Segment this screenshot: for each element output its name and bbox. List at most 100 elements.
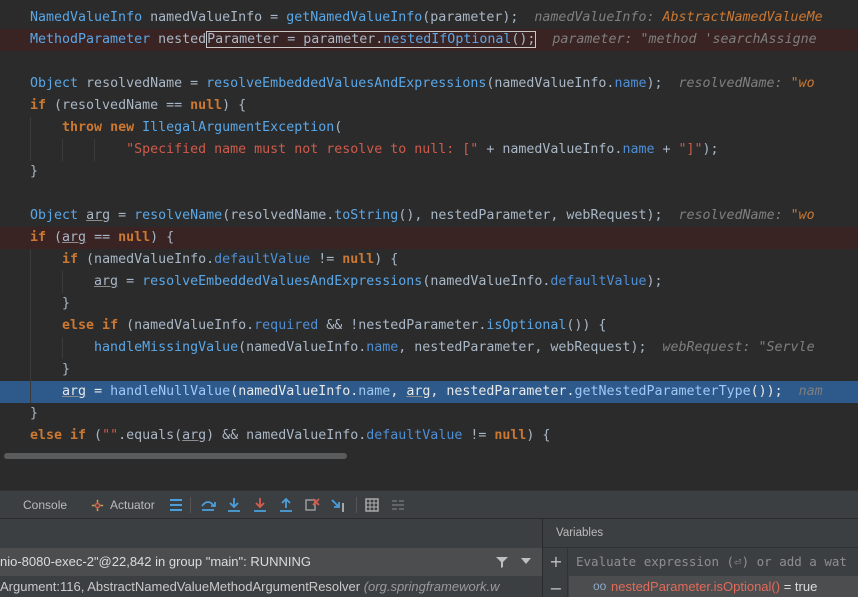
indent-guide [30,315,31,337]
frames-list-icon[interactable] [168,497,184,513]
code-token: (); [511,32,536,47]
evaluate-expression-input[interactable]: Evaluate expression (⏎) or add a wat [569,548,858,576]
code-line[interactable]: Object resolvedName = resolveEmbeddedVal… [0,73,858,95]
trace-icon[interactable] [390,497,406,513]
code-line[interactable]: Object arg = resolveName(resolvedName.to… [0,205,858,227]
code-line[interactable]: "Specified name must not resolve to null… [0,139,858,161]
code-line[interactable]: throw new IllegalArgumentException( [0,117,858,139]
code-token: (namedValueInfo. [486,76,615,91]
remove-watch-icon[interactable]: − [549,581,563,597]
code-line[interactable]: arg = handleNullValue(namedValueInfo.nam… [0,381,858,403]
stack-frame-row[interactable]: Argument:116, AbstractNamedValueMethodAr… [0,576,542,597]
code-token: + [654,142,679,157]
code-token: ()) { [566,318,607,333]
code-token: != [462,428,495,443]
variables-title: Variables [556,527,604,539]
code-line[interactable]: } [0,293,858,315]
code-token: (namedValueInfo. [118,318,255,333]
debug-toolbar: Console Actuator [0,491,858,519]
drop-frame-icon[interactable] [304,497,320,513]
code-token: null [190,98,223,113]
code-token: else if [30,428,87,443]
code-line[interactable]: else if ("".equals(arg) && namedValueInf… [0,425,858,447]
run-to-cursor-icon[interactable] [330,497,346,513]
code-token: Parameter = parameter. [207,32,384,47]
code-token: handleNullValue [110,384,231,399]
code-token: parameter: [536,32,641,47]
code-token: arg [94,274,119,289]
code-token: ) { [150,230,175,245]
code-token: (namedValueInfo. [78,252,215,267]
code-token: ) { [526,428,551,443]
code-token: getNestedParameterType [574,384,751,399]
evaluate-icon[interactable] [364,497,380,513]
horizontal-scrollbar[interactable] [0,449,858,463]
frames-header [0,519,542,548]
code-token: namedValueInfo = [142,10,287,25]
code-token: required [254,318,319,333]
code-token: = [118,274,143,289]
code-token: isOptional [486,318,567,333]
code-token: resolvedName = [78,76,207,91]
scrollbar-thumb[interactable] [4,453,347,459]
code-token: "" [102,428,119,443]
code-editor[interactable]: NamedValueInfo namedValueInfo = getNamed… [0,0,858,449]
code-token: .equals( [118,428,183,443]
code-line[interactable]: if (resolvedName == null) { [0,95,858,117]
code-line[interactable]: } [0,359,858,381]
tab-console[interactable]: Console [23,491,67,519]
indent-guide [30,359,31,381]
code-token: && !nestedParameter. [318,318,487,333]
thread-label: nio-8080-exec-2"@22,842 in group "main":… [0,554,312,569]
code-token: else if [62,318,119,333]
code-line[interactable]: if (arg == null) { [0,227,858,249]
code-line[interactable]: NamedValueInfo namedValueInfo = getNamed… [0,7,858,29]
code-token: null [494,428,527,443]
code-line[interactable]: handleMissingValue(namedValueInfo.name, … [0,337,858,359]
tab-actuator[interactable]: Actuator [110,491,155,519]
indent-guide [30,337,31,359]
code-token: if [30,230,47,245]
editor-bottom-gap [0,463,858,491]
code-token: resolveName [134,208,223,223]
step-over-icon[interactable] [200,497,216,513]
filter-icon[interactable] [495,555,509,569]
code-token: = [110,208,135,223]
code-token: handleMissingValue [94,340,239,355]
code-token: resolveEmbeddedValuesAndExpressions [206,76,487,91]
step-into-icon[interactable] [226,497,242,513]
code-line[interactable]: else if (namedValueInfo.required && !nes… [0,315,858,337]
code-token: == [86,230,119,245]
code-token: } [30,164,39,179]
step-out-icon[interactable] [278,497,294,513]
code-line[interactable]: } [0,403,858,425]
code-token: throw new [62,120,143,135]
indent-guide [62,139,63,161]
add-watch-icon[interactable]: + [549,554,563,570]
code-token: ); [646,274,663,289]
code-token: nam [782,384,823,399]
code-token: (parameter); [422,10,519,25]
code-line[interactable]: MethodParameter nestedParameter = parame… [0,29,858,51]
code-token: Object [30,208,79,223]
selection-box: Parameter = parameter.nestedIfOptional()… [206,31,537,48]
thread-selector[interactable]: nio-8080-exec-2"@22,842 in group "main":… [0,548,542,576]
code-token: = [86,384,111,399]
code-line[interactable] [0,51,858,73]
watch-row[interactable]: oo nestedParameter.isOptional() = true [569,576,858,597]
code-token: ) && namedValueInfo. [206,428,367,443]
code-token: + namedValueInfo. [478,142,623,157]
code-token: arg [406,384,431,399]
code-line[interactable]: } [0,161,858,183]
code-line[interactable] [0,183,858,205]
code-line[interactable]: arg = resolveEmbeddedValuesAndExpression… [0,271,858,293]
chevron-down-icon[interactable] [521,558,531,566]
force-step-into-icon[interactable] [252,497,268,513]
indent-guide [30,381,31,403]
code-token: name [622,142,655,157]
code-token: nested [150,32,207,47]
code-line[interactable]: if (namedValueInfo.defaultValue != null)… [0,249,858,271]
code-token: != [310,252,343,267]
